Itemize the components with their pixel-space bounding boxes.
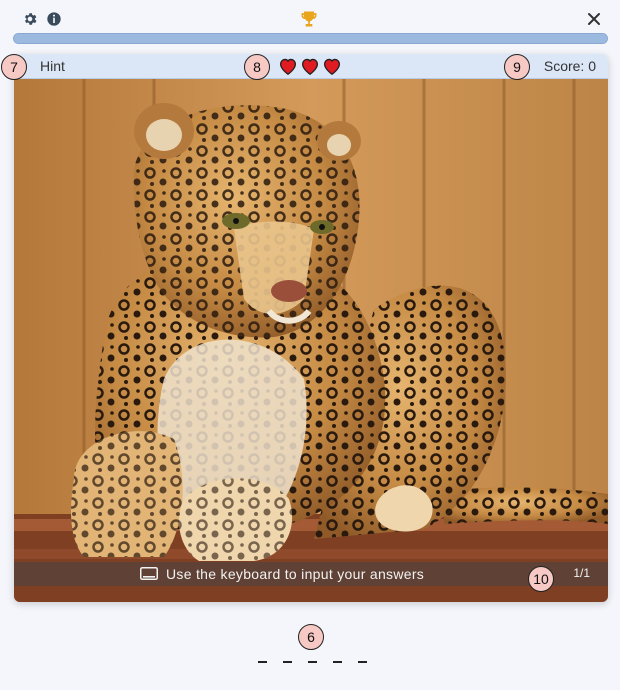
image-counter: 1/1 xyxy=(573,566,590,580)
answer-slots xyxy=(258,661,367,663)
info-icon[interactable] xyxy=(44,9,64,29)
annotation-badge: 6 xyxy=(298,624,324,650)
progress-bar xyxy=(13,33,608,44)
close-icon[interactable] xyxy=(584,9,604,29)
answer-slot xyxy=(358,661,367,663)
annotation-badge: 10 xyxy=(528,566,554,592)
annotation-badge: 9 xyxy=(504,54,530,80)
answer-slot xyxy=(283,661,292,663)
keyboard-icon xyxy=(140,567,158,585)
gear-icon[interactable] xyxy=(20,9,40,29)
trophy-icon[interactable] xyxy=(298,9,320,29)
hint-button[interactable]: Hint xyxy=(40,58,65,74)
heart-icon xyxy=(322,57,342,80)
annotation-badge: 7 xyxy=(1,54,27,80)
answer-slot xyxy=(308,661,317,663)
caption-text: Use the keyboard to input your answers xyxy=(166,566,425,582)
heart-icon xyxy=(278,57,298,80)
answer-slot xyxy=(333,661,342,663)
quiz-card: Hint Score: 0 Use the keyboard to input … xyxy=(14,54,608,602)
caption-bar: Use the keyboard to input your answers 1… xyxy=(14,562,608,586)
lives-indicator xyxy=(278,57,342,80)
progress-fill xyxy=(14,34,607,43)
annotation-badge: 8 xyxy=(244,54,270,80)
score-text: Score: 0 xyxy=(543,58,596,74)
answer-slot xyxy=(258,661,267,663)
heart-icon xyxy=(300,57,320,80)
jaguar-photo xyxy=(14,79,608,602)
